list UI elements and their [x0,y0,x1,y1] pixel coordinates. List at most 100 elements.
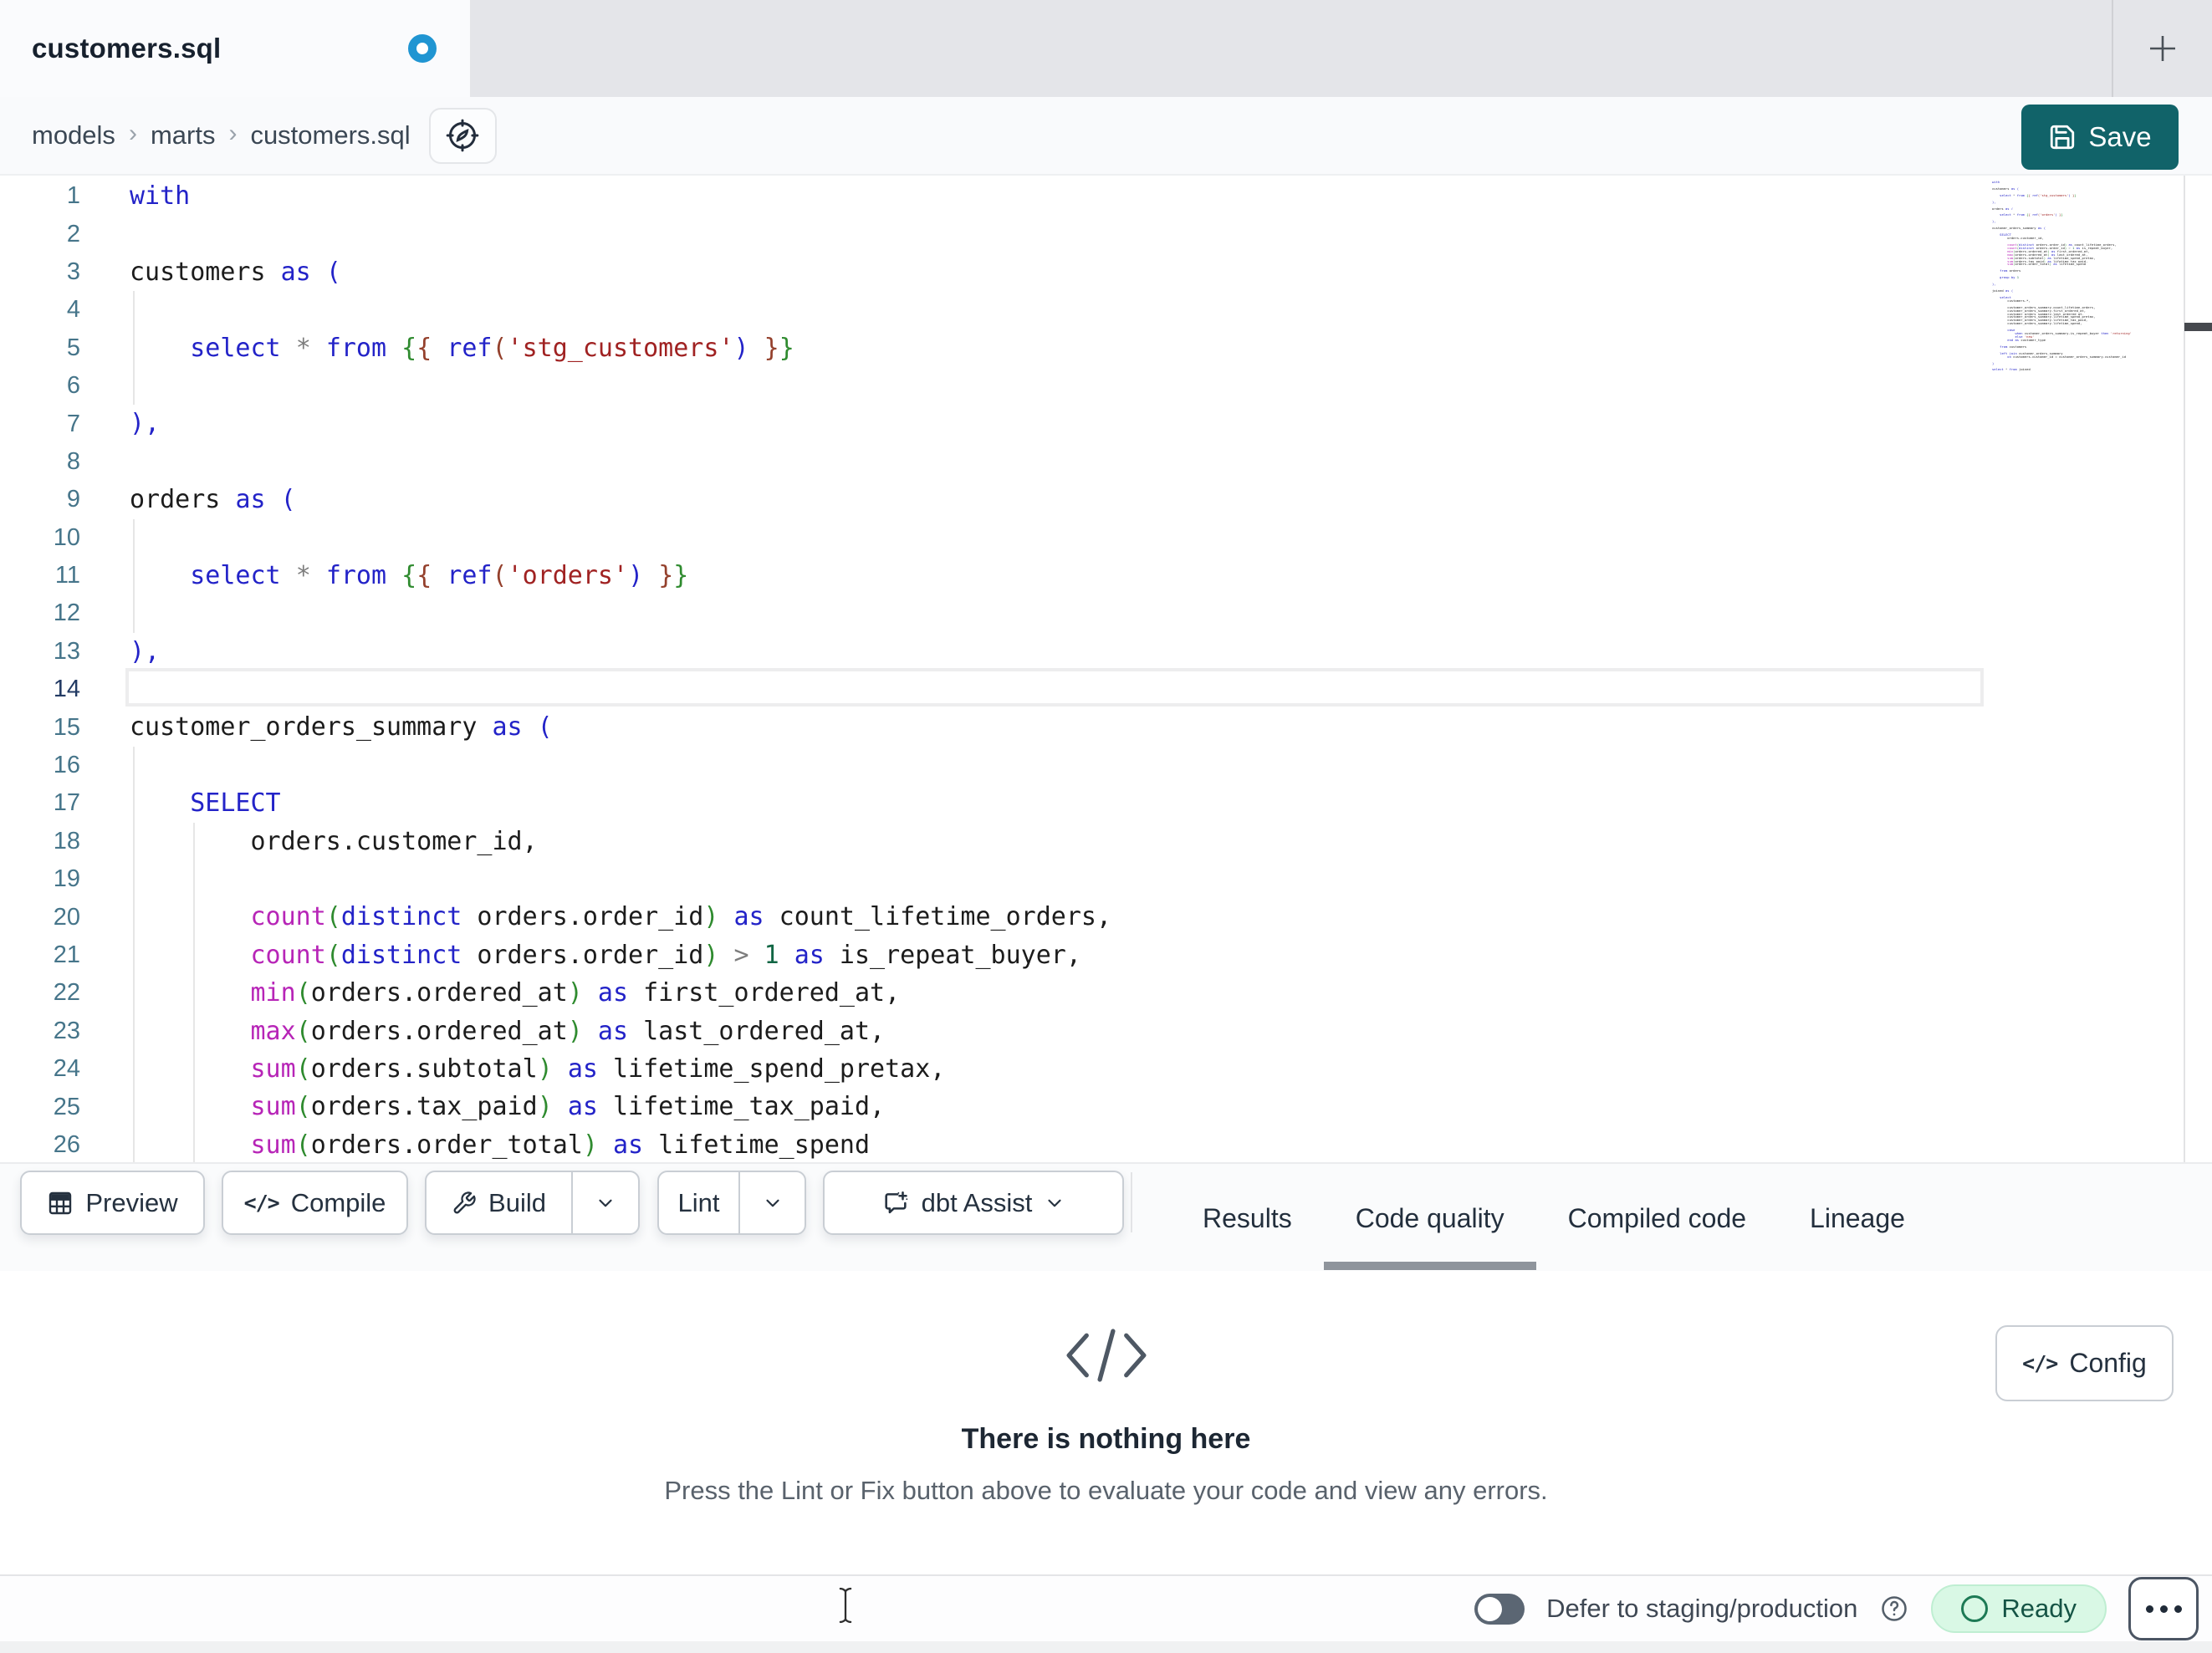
dbt-assist-button-label: dbt Assist [921,1187,1033,1217]
tab-compiled-code[interactable]: Compiled code [1536,1164,1778,1273]
empty-state-title: There is nothing here [961,1423,1251,1455]
line-number: 12 [53,599,80,627]
build-button[interactable]: Build [427,1172,571,1233]
empty-state-description: Press the Lint or Fix button above to ev… [664,1476,1548,1505]
line-number: 16 [53,752,80,779]
code-line[interactable]: 23 max(orders.ordered_at) as last_ordere… [0,1013,1111,1050]
line-number: 14 [53,676,80,703]
line-number: 25 [53,1093,80,1120]
code-line[interactable]: 22 min(orders.ordered_at) as first_order… [0,974,1111,1012]
code-line[interactable]: 1 with [0,177,1111,215]
line-number: 10 [53,523,80,551]
ellipsis-icon [2145,1605,2153,1613]
text-cursor-ibeam-icon [839,1587,852,1624]
code-line[interactable]: 15 customer_orders_summary as ( [0,708,1111,746]
chevron-down-icon [765,1199,779,1207]
status-badge-label: Ready [2001,1594,2077,1623]
dbt-assist-button[interactable]: dbt Assist [823,1171,1124,1235]
line-number: 22 [53,979,80,1007]
code-line[interactable]: 14 [0,671,1111,708]
code-line[interactable]: 17 SELECT [0,784,1111,822]
code-line[interactable]: 4 [0,291,1111,329]
help-circle-icon[interactable] [1879,1594,1909,1624]
code-line[interactable]: 25 sum(orders.tax_paid) as lifetime_tax_… [0,1088,1111,1125]
panel-tabs: Results Code quality Compiled code Linea… [1171,1164,1937,1273]
code-line[interactable]: 19 [0,860,1111,898]
tab-lineage[interactable]: Lineage [1778,1164,1937,1273]
breadcrumb-item-marts[interactable]: marts [151,120,216,151]
tab-code-quality[interactable]: Code quality [1323,1164,1536,1273]
line-number: 1 [66,182,80,210]
compile-button[interactable]: </> Compile [222,1171,408,1235]
line-number: 17 [53,789,80,817]
tab-results[interactable]: Results [1171,1164,1324,1273]
scrollbar-thumb[interactable] [2184,323,2212,331]
code-line[interactable]: 2 [0,215,1111,253]
code-line[interactable]: 20 count(distinct orders.order_id) as co… [0,898,1111,936]
chevron-right-icon: › [228,120,238,147]
tab-bar: customers.sql [0,0,2212,97]
toolbar-divider [1131,1172,1132,1232]
minimap[interactable]: with customers as ( select * from {{ ref(… [1992,181,2181,371]
ready-circle-icon [1961,1595,1989,1622]
code-brackets-icon: </> [243,1191,280,1215]
code-line[interactable]: 24 sum(orders.subtotal) as lifetime_spen… [0,1050,1111,1088]
preview-button[interactable]: Preview [20,1171,205,1235]
unsaved-indicator-dot-icon [408,34,437,63]
line-number: 6 [66,372,80,400]
build-split-button: Build [425,1171,640,1235]
line-number: 2 [66,220,80,247]
preview-button-label: Preview [85,1187,178,1217]
code-line[interactable]: 3 customers as ( [0,253,1111,291]
config-button[interactable]: </> Config [1995,1325,2174,1401]
lint-button[interactable]: Lint [659,1172,738,1233]
line-number: 26 [53,1130,80,1158]
code-line[interactable]: 18 orders.customer_id, [0,823,1111,860]
line-number: 13 [53,637,80,665]
defer-toggle[interactable] [1474,1593,1525,1625]
chevron-right-icon: › [128,120,137,147]
line-number: 5 [66,334,80,361]
code-line[interactable]: 21 count(distinct orders.order_id) > 1 a… [0,936,1111,974]
explore-docs-button[interactable] [428,107,497,164]
toggle-knob [1478,1596,1503,1621]
code-brackets-icon: </> [2022,1351,2058,1375]
save-floppy-icon [2051,125,2075,150]
chevron-down-icon [599,1199,612,1207]
code-line[interactable]: 6 [0,367,1111,405]
code-line[interactable]: 11 select * from {{ ref('orders') }} [0,557,1111,594]
empty-state: There is nothing here Press the Lint or … [0,1271,2212,1506]
plus-icon [2150,36,2175,61]
build-dropdown-button[interactable] [571,1172,638,1233]
save-button[interactable]: Save [2021,105,2179,170]
bottom-strip [0,1641,2212,1653]
status-badge: Ready [1931,1584,2107,1633]
code-line[interactable]: 12 [0,594,1111,632]
line-number: 19 [53,865,80,893]
lint-dropdown-button[interactable] [738,1172,805,1233]
line-number: 9 [66,486,80,513]
bottom-toolbar: Preview </> Compile Build Lint dbt Assis… [0,1162,2212,1271]
new-tab-button[interactable] [2134,20,2191,77]
dbt-ide-window: customers.sql models › marts › customers… [0,0,2212,1653]
line-number: 8 [66,447,80,475]
code-line[interactable]: 10 [0,519,1111,557]
code-line[interactable]: 13), [0,633,1111,671]
file-tab-customers-sql[interactable]: customers.sql [0,0,470,97]
code-line[interactable]: 7), [0,405,1111,442]
lint-split-button: Lint [657,1171,806,1235]
code-quality-panel: There is nothing here Press the Lint or … [0,1271,2212,1574]
status-bar: Defer to staging/production Ready [0,1574,2212,1641]
more-options-button[interactable] [2128,1577,2199,1640]
line-number: 4 [66,296,80,324]
minimap-line: select * from joined [1992,368,2031,372]
compass-icon [446,119,479,152]
breadcrumb-item-models[interactable]: models [32,120,115,151]
code-editor[interactable]: 1 with 2 3 customers as ( 4 5 select * from {{… [0,176,2212,1162]
code-line[interactable]: 16 [0,747,1111,784]
code-line[interactable]: 5 select * from {{ ref('stg_customers') … [0,329,1111,367]
code-line[interactable]: 8 [0,443,1111,481]
code-line[interactable]: 9 orders as ( [0,481,1111,518]
code-line[interactable]: 26 sum(orders.order_total) as lifetime_s… [0,1126,1111,1162]
code-lines: 1 with 2 3 customers as ( 4 5 select * from {{… [0,177,1111,1162]
